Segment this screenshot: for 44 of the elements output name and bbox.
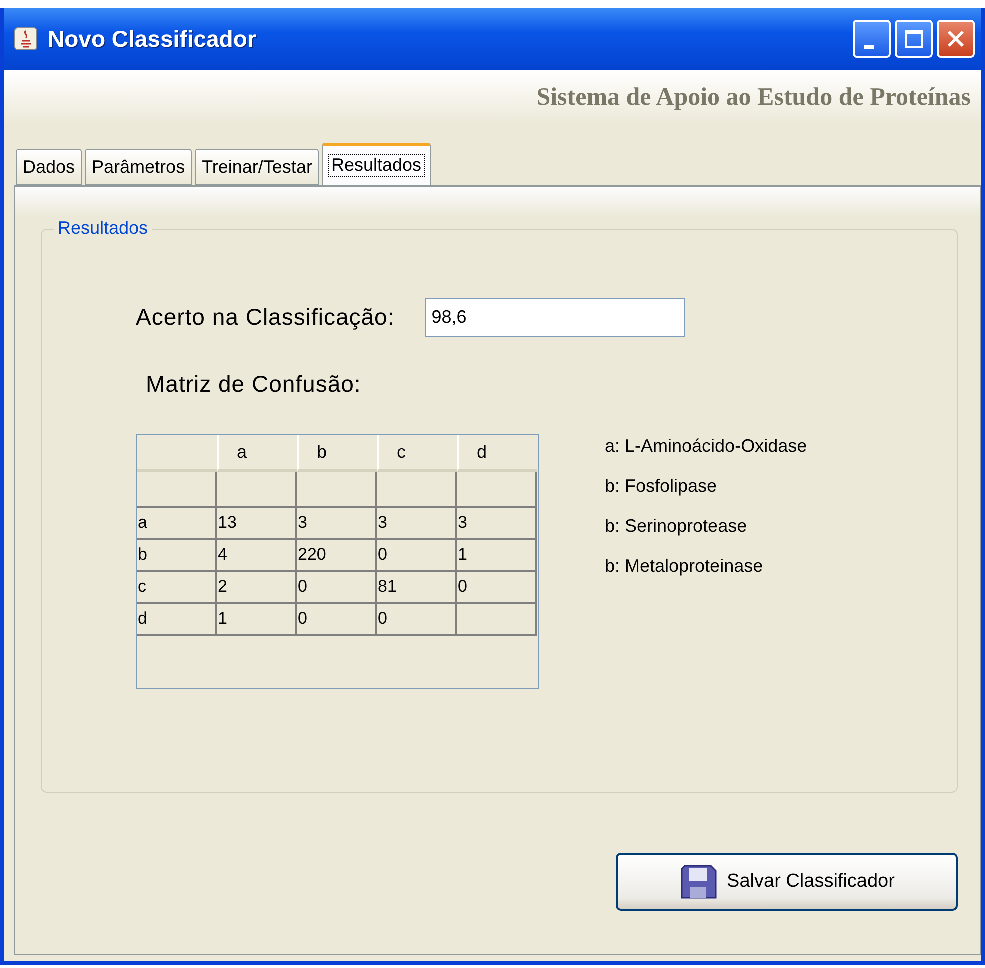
maximize-icon (904, 29, 924, 49)
tab[interactable]: Parâmetros (85, 149, 192, 185)
table-cell: 0 (457, 572, 537, 604)
table-cell: 0 (297, 572, 377, 604)
field-label: Acerto na Classificação: (136, 304, 395, 331)
row-header: d (137, 604, 217, 636)
close-icon (946, 29, 966, 49)
save-button[interactable]: Salvar Classificador (616, 853, 958, 911)
table-cell: 4 (217, 540, 297, 572)
table-cell: 3 (297, 508, 377, 540)
input-field[interactable]: 98,6 (424, 298, 685, 337)
column-header: d (457, 435, 537, 472)
app-icon (14, 27, 38, 51)
table-cell: 0 (377, 604, 457, 636)
table-cell: 3 (377, 508, 457, 540)
table-cell: 220 (297, 540, 377, 572)
column-header: a (217, 435, 297, 472)
row-header: a (137, 508, 217, 540)
table-cell: 2 (217, 572, 297, 604)
row-header: b (137, 540, 217, 572)
tab[interactable]: Resultados (322, 143, 431, 185)
legend-item: b: Metaloproteinase (605, 556, 764, 577)
window-title: Novo Classificador (48, 26, 258, 52)
column-header: c (377, 435, 457, 472)
close-button[interactable] (937, 20, 975, 58)
table-cell: 0 (297, 604, 377, 636)
table-cell: 81 (377, 572, 457, 604)
minimize-icon (864, 45, 874, 49)
column-header: b (297, 435, 377, 472)
section-label: Matriz de Confusão: (146, 371, 362, 398)
table-cell: 13 (217, 508, 297, 540)
table-cell: 1 (457, 540, 537, 572)
tab[interactable]: Treinar/Testar (195, 149, 320, 185)
app-title: Sistema de Apoio ao Estudo de Proteínas (536, 84, 971, 112)
table-cell: 1 (217, 604, 297, 636)
legend-item: a: L-Aminoácido-Oxidase (605, 436, 808, 457)
tab[interactable]: Dados (16, 149, 82, 185)
legend-item: b: Serinoprotease (605, 516, 748, 537)
table-cell: 0 (377, 540, 457, 572)
legend-item: b: Fosfolipase (605, 476, 718, 497)
table-cell: 3 (457, 508, 537, 540)
row-header: c (137, 572, 217, 604)
minimize-button[interactable] (853, 20, 891, 58)
maximize-button[interactable] (895, 20, 933, 58)
